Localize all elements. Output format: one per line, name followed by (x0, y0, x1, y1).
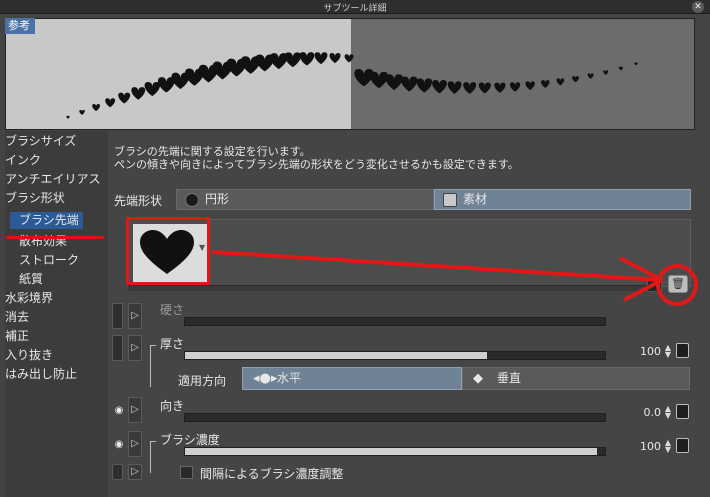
annotation-arrow (211, 250, 698, 306)
preview-label: 参考 (5, 18, 35, 34)
